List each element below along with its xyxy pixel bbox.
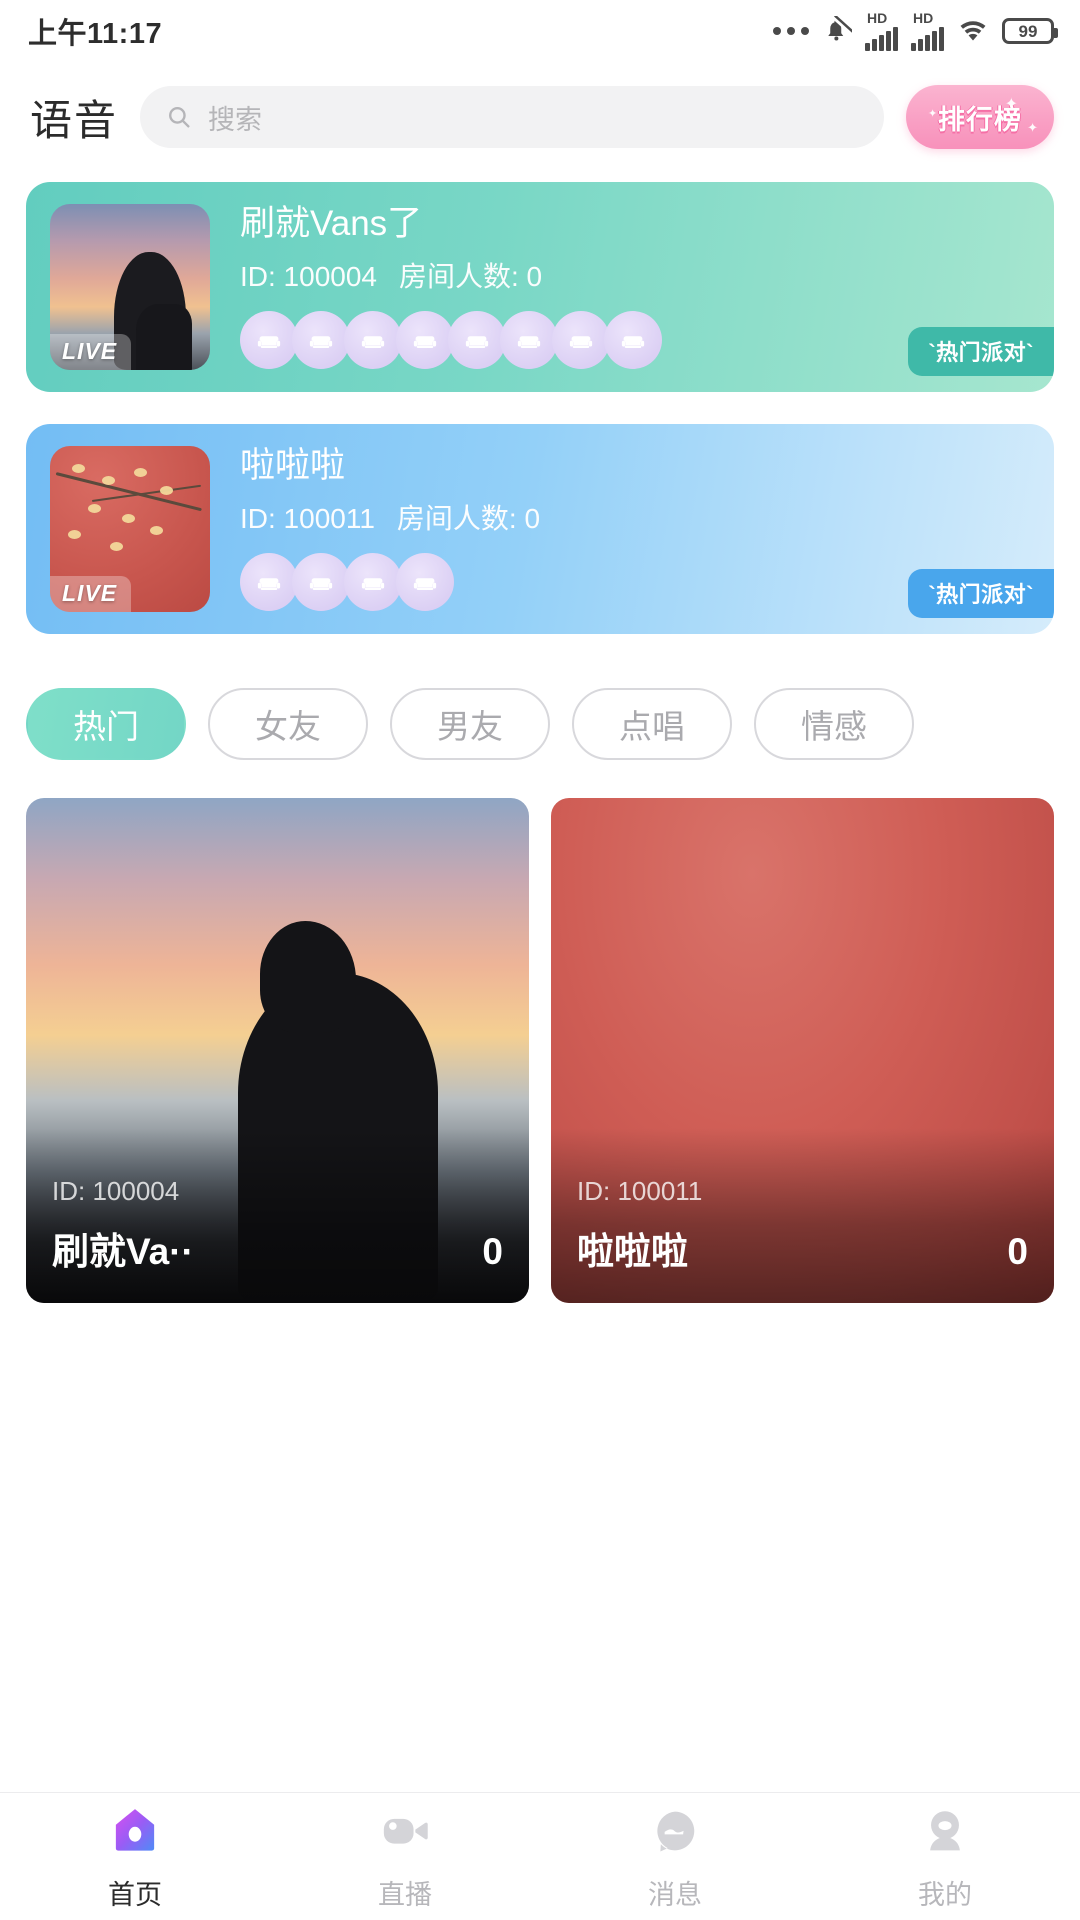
sofa-icon xyxy=(309,336,333,349)
grid-room-footer: 刷就Va·· 0 xyxy=(52,1221,503,1275)
tab-home-label: 首页 xyxy=(108,1879,162,1910)
tab-messages[interactable]: 消息 xyxy=(540,1802,810,1912)
hot-party-badge: `热门派对` xyxy=(908,569,1054,618)
room-id: ID: 100011 xyxy=(240,503,375,535)
sparkle-icon: ✦ xyxy=(1004,96,1018,113)
seat-avatar[interactable] xyxy=(240,553,298,612)
seat-avatar[interactable] xyxy=(344,553,402,612)
seat-avatar[interactable] xyxy=(292,553,350,612)
sofa-icon xyxy=(257,336,281,349)
sofa-icon xyxy=(413,336,437,349)
sofa-icon xyxy=(257,578,281,591)
room-card[interactable]: LIVE 刷就Vans了 ID: 100004 房间人数: 0 `热门派对` xyxy=(26,182,1054,392)
seat-avatar[interactable] xyxy=(292,311,350,370)
bell-mute-icon xyxy=(828,16,852,41)
filter-chip-boyfriend[interactable]: 男友 xyxy=(390,688,550,760)
room-banner-list: LIVE 刷就Vans了 ID: 100004 房间人数: 0 `热门派对` L… xyxy=(0,182,1080,634)
filter-chip-emotion[interactable]: 情感 xyxy=(754,688,914,760)
battery-icon: 99 xyxy=(1002,18,1058,44)
filter-chip-row: 热门 女友 男友 点唱 情感 xyxy=(0,688,1080,760)
sofa-icon xyxy=(517,336,541,349)
sofa-icon xyxy=(361,578,385,591)
grid-room-title: 啦啦啦 xyxy=(577,1231,688,1272)
seat-avatar[interactable] xyxy=(448,311,506,370)
filter-chip-hot[interactable]: 热门 xyxy=(26,688,186,760)
grid-room-id: ID: 100011 xyxy=(577,1176,703,1206)
hd-signal-icon-2: HD xyxy=(911,11,944,51)
sofa-icon xyxy=(413,578,437,591)
room-meta: ID: 100004 房间人数: 0 xyxy=(240,255,1030,295)
room-thumbnail: LIVE xyxy=(50,204,210,370)
tab-messages-label: 消息 xyxy=(648,1879,702,1910)
room-id: ID: 100004 xyxy=(240,261,377,293)
chat-bubble-icon xyxy=(646,1802,704,1860)
room-grid: ID: 100004 刷就Va·· 0 ID: 100011 啦啦啦 0 xyxy=(0,798,1080,1303)
sofa-icon xyxy=(621,336,645,349)
status-time: 上午11:17 xyxy=(28,18,163,50)
filter-chip-girlfriend[interactable]: 女友 xyxy=(208,688,368,760)
live-badge: LIVE xyxy=(50,576,132,612)
wifi-icon xyxy=(960,21,986,41)
tab-profile-label: 我的 xyxy=(918,1879,972,1910)
room-title: 刷就Vans了 xyxy=(240,203,423,243)
grid-room-card[interactable]: ID: 100011 啦啦啦 0 xyxy=(551,798,1054,1303)
hot-party-badge: `热门派对` xyxy=(908,327,1054,376)
search-icon xyxy=(169,107,190,128)
room-title: 啦啦啦 xyxy=(240,445,346,485)
seat-avatar[interactable] xyxy=(552,311,610,370)
filter-chip-song-request[interactable]: 点唱 xyxy=(572,688,732,760)
grid-room-footer: 啦啦啦 0 xyxy=(577,1221,1028,1275)
home-icon xyxy=(106,1802,164,1860)
tab-profile[interactable]: 我的 xyxy=(810,1802,1080,1912)
gradient-overlay xyxy=(551,1128,1054,1303)
app-header: 语音 搜索 ✦ ✦ ✦ 排行榜 xyxy=(0,62,1080,172)
grid-room-count: 0 xyxy=(1007,1231,1028,1272)
grid-room-title: 刷就Va·· xyxy=(52,1231,194,1272)
grid-room-count: 0 xyxy=(482,1231,503,1272)
room-meta: ID: 100011 房间人数: 0 xyxy=(240,497,1030,537)
room-members: 房间人数: 0 xyxy=(396,503,541,535)
hd-signal-icon: HD xyxy=(865,11,898,51)
seat-avatar[interactable] xyxy=(344,311,402,370)
search-placeholder: 搜索 xyxy=(208,104,263,135)
status-icon-group: HD HD 99 xyxy=(773,11,1058,51)
page-title: 语音 xyxy=(30,96,119,144)
sofa-icon xyxy=(309,578,333,591)
room-thumbnail: LIVE xyxy=(50,446,210,612)
seat-avatar[interactable] xyxy=(500,311,558,370)
gradient-overlay xyxy=(26,1128,529,1303)
more-dots-icon xyxy=(773,27,809,35)
video-camera-icon xyxy=(376,1802,434,1860)
sparkle-icon-2: ✦ xyxy=(1027,120,1038,135)
live-badge: LIVE xyxy=(50,334,132,370)
sofa-icon xyxy=(569,336,593,349)
sofa-icon xyxy=(361,336,385,349)
leaderboard-button[interactable]: ✦ ✦ ✦ 排行榜 xyxy=(906,85,1054,149)
room-members: 房间人数: 0 xyxy=(399,261,543,293)
grid-room-id: ID: 100004 xyxy=(52,1176,180,1206)
tab-live-label: 直播 xyxy=(378,1879,432,1910)
person-icon xyxy=(916,1802,974,1860)
seat-avatar[interactable] xyxy=(240,311,298,370)
bottom-tab-bar: 首页 直播 消息 我的 xyxy=(0,1792,1080,1920)
sparkle-icon-3: ✦ xyxy=(928,108,938,120)
seat-avatar[interactable] xyxy=(396,553,454,612)
grid-room-card[interactable]: ID: 100004 刷就Va·· 0 xyxy=(26,798,529,1303)
status-bar: 上午11:17 HD HD 99 xyxy=(0,0,1080,62)
room-card[interactable]: LIVE 啦啦啦 ID: 100011 房间人数: 0 `热门派对` xyxy=(26,424,1054,634)
seat-avatar[interactable] xyxy=(604,311,662,370)
search-input[interactable]: 搜索 xyxy=(140,86,884,148)
tab-live[interactable]: 直播 xyxy=(270,1802,540,1912)
sofa-icon xyxy=(465,336,489,349)
seat-avatar[interactable] xyxy=(396,311,454,370)
tab-home[interactable]: 首页 xyxy=(0,1802,270,1912)
